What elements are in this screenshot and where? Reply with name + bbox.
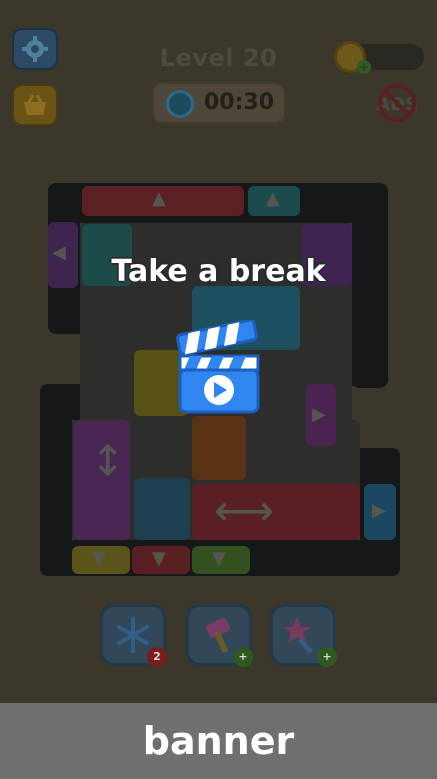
arrow-vertical-icon: ↕ [90,436,126,485]
watch-video-button[interactable] [176,320,262,414]
freeze-tool-button[interactable]: 2 [100,604,167,667]
ice-block[interactable] [134,478,190,540]
banner-label: banner [142,719,295,763]
hammer-add-badge: + [233,647,253,667]
arrow-horizontal-icon: ⟷ [214,486,275,535]
magic-wand-add-badge: + [317,647,337,667]
arrow-down-icon: ▼ [152,548,166,569]
take-a-break-title: Take a break [111,254,326,289]
hammer-tool-button[interactable]: + [186,604,253,667]
clapperboard-icon [176,320,260,414]
arrow-right-icon: ▶ [312,404,326,425]
ad-banner[interactable]: banner [0,703,437,779]
orange-block[interactable] [192,416,246,480]
arrow-right-icon: ▶ [372,500,386,521]
magic-wand-tool-button[interactable]: + [270,604,337,667]
freeze-count-badge: 2 [147,647,167,667]
game-screen: Level 20 + 00:30 ADS ▲ ▲ ◀ ▶ [0,0,437,703]
arrow-up-icon: ▲ [266,188,280,209]
arrow-down-icon: ▼ [92,548,106,569]
arrow-down-icon: ▼ [212,548,226,569]
arrow-up-icon: ▲ [152,188,166,209]
